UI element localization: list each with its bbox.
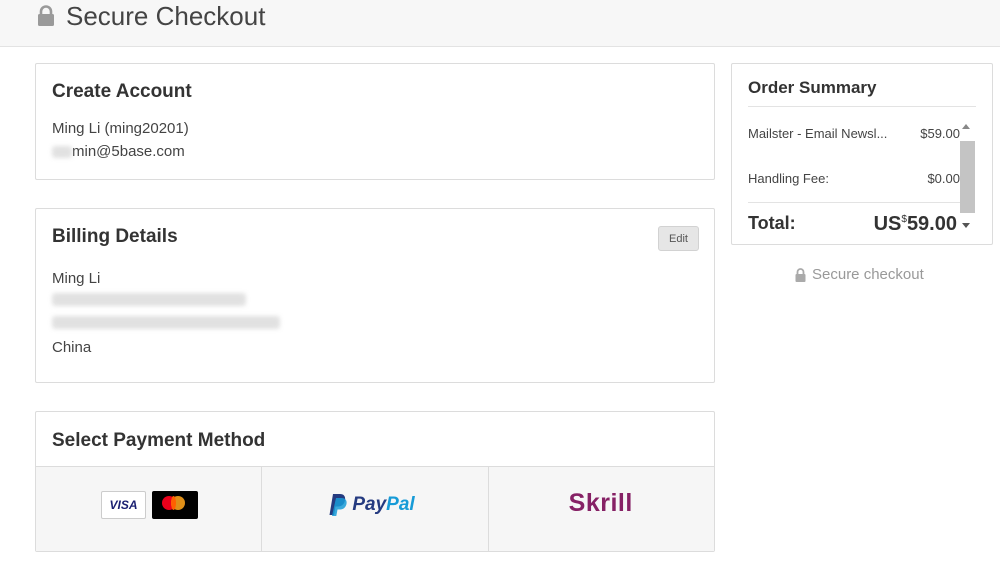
scroll-up-arrow-icon[interactable] [962, 124, 970, 129]
account-name: Ming Li (ming20201) [52, 120, 189, 137]
mastercard-icon [152, 491, 198, 519]
redacted-address-1 [52, 293, 246, 306]
billing-details-panel: Billing Details Edit Ming Li China [35, 208, 715, 383]
create-account-title: Create Account [52, 81, 192, 102]
billing-country: China [52, 339, 92, 356]
paypal-logo: PayPal [328, 491, 415, 519]
order-summary-panel: Order Summary Mailster - Email Newsl... … [731, 63, 993, 245]
redacted-address-2 [52, 316, 280, 329]
summary-item-label: Mailster - Email Newsl... [748, 126, 888, 141]
paypal-icon [329, 494, 347, 516]
total-value: US$59.00 [873, 213, 957, 235]
scroll-thumb[interactable] [960, 141, 975, 213]
card-payment-option[interactable]: VISA [36, 467, 263, 551]
summary-item-row: Handling Fee: $0.00 [748, 171, 960, 186]
divider [748, 202, 960, 203]
skrill-payment-option[interactable]: Skrill [488, 467, 714, 551]
summary-item-row: Mailster - Email Newsl... $59.00 [748, 126, 960, 141]
checkout-header: Secure Checkout [0, 0, 1000, 47]
order-summary-title: Order Summary [748, 78, 877, 97]
summary-item-label: Handling Fee: [748, 171, 829, 186]
visa-icon: VISA [101, 491, 146, 519]
billing-address-line-1 [52, 293, 246, 311]
skrill-logo: Skrill [568, 489, 633, 517]
summary-item-value: $0.00 [927, 171, 960, 186]
edit-billing-button[interactable]: Edit [658, 226, 699, 251]
total-label: Total: [748, 213, 796, 233]
secure-checkout-text: Secure checkout [812, 266, 924, 283]
payment-options: VISA PayPal Skrill [36, 466, 714, 551]
page-title: Secure Checkout [66, 1, 266, 31]
summary-item-value: $59.00 [920, 126, 960, 141]
paypal-pal-text: Pal [386, 494, 415, 515]
paypal-pay-text: Pay [352, 494, 387, 515]
divider [748, 106, 976, 107]
lock-icon [38, 5, 54, 26]
billing-name: Ming Li [52, 270, 101, 287]
secure-checkout-note: Secure checkout [795, 266, 924, 283]
payment-method-panel: Select Payment Method VISA PayPal Skrill [35, 411, 715, 552]
redacted-email-prefix [52, 146, 72, 159]
create-account-panel: Create Account Ming Li (ming20201) min@5… [35, 63, 715, 180]
scroll-down-arrow-icon[interactable] [962, 223, 970, 228]
summary-scrollbar[interactable] [960, 124, 975, 234]
billing-address-line-2 [52, 316, 280, 334]
billing-details-title: Billing Details [52, 226, 178, 247]
paypal-payment-option[interactable]: PayPal [262, 467, 489, 551]
lock-icon [795, 267, 806, 282]
account-email: min@5base.com [52, 143, 185, 161]
payment-method-title: Select Payment Method [52, 430, 266, 451]
